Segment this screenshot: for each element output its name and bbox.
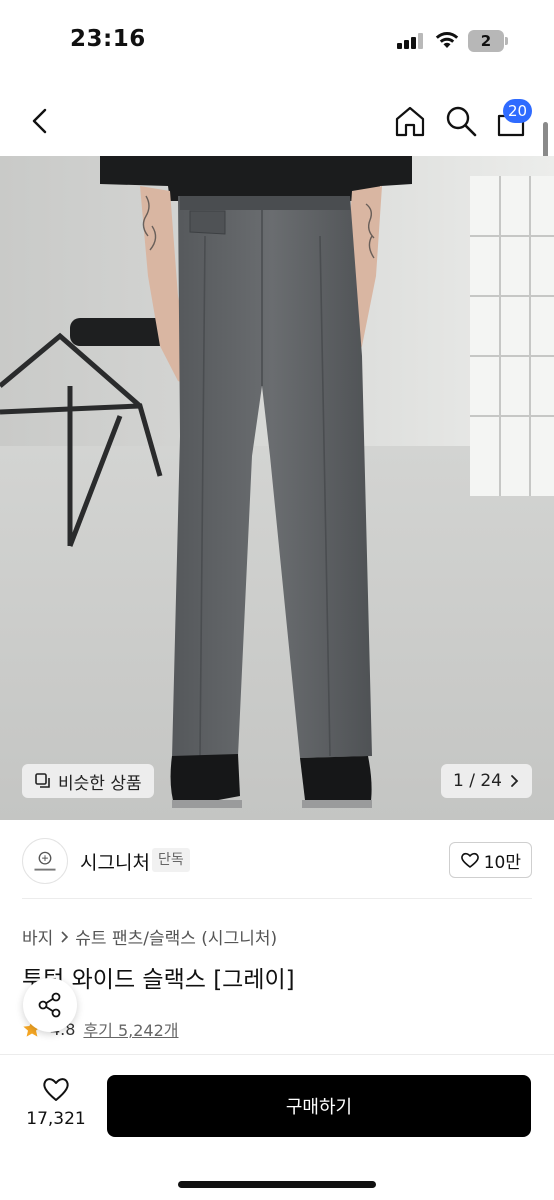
product-image[interactable] [0, 156, 554, 820]
status-bar: 23:16 2 [0, 0, 554, 80]
brand-name[interactable]: 시그니처 [80, 848, 150, 875]
product-photo [0, 156, 554, 820]
breadcrumb: 바지 슈트 팬츠/슬랙스 (시그니처) [22, 924, 277, 949]
image-counter-text: 1 / 24 [453, 771, 502, 791]
back-icon[interactable] [26, 106, 56, 136]
battery-icon: 2 [468, 30, 508, 52]
home-icon[interactable] [392, 104, 428, 138]
buy-button[interactable]: 구매하기 [107, 1075, 531, 1137]
battery-level: 2 [480, 32, 492, 50]
breadcrumb-item[interactable]: 슈트 팬츠/슬랙스 (시그니처) [75, 924, 277, 949]
brand-like-button[interactable]: 10만 [448, 842, 532, 878]
heart-icon [43, 1078, 69, 1101]
brand-row: 시그니처 단독 10만 [0, 834, 554, 890]
wishlist-count: 17,321 [26, 1109, 86, 1129]
wifi-icon [435, 32, 459, 48]
share-button[interactable] [23, 978, 77, 1032]
home-indicator[interactable] [178, 1181, 376, 1188]
bottom-bar: 17,321 구매하기 [0, 1054, 554, 1200]
search-icon[interactable] [444, 104, 478, 138]
review-link[interactable]: 후기 5,242개 [83, 1017, 178, 1041]
wishlist-button[interactable]: 17,321 [20, 1075, 92, 1137]
nav-bar [0, 90, 554, 154]
chevron-right-icon [511, 775, 519, 787]
heart-icon [460, 852, 479, 868]
breadcrumb-item[interactable]: 바지 [22, 924, 53, 949]
signal-icon [397, 33, 423, 49]
image-counter[interactable]: 1 / 24 [441, 764, 532, 798]
brand-like-count: 10만 [483, 852, 521, 873]
share-icon [38, 992, 61, 1018]
chevron-right-icon [61, 930, 69, 943]
similar-products-button[interactable]: 비슷한 상품 [22, 764, 154, 798]
exclusive-tag: 단독 [152, 848, 190, 872]
similar-products-label: 비슷한 상품 [58, 773, 142, 794]
divider [22, 898, 532, 899]
status-time: 23:16 [70, 26, 146, 52]
cart-count-badge: 20 [503, 99, 533, 123]
brand-logo[interactable] [22, 838, 68, 884]
copy-icon [35, 773, 50, 788]
